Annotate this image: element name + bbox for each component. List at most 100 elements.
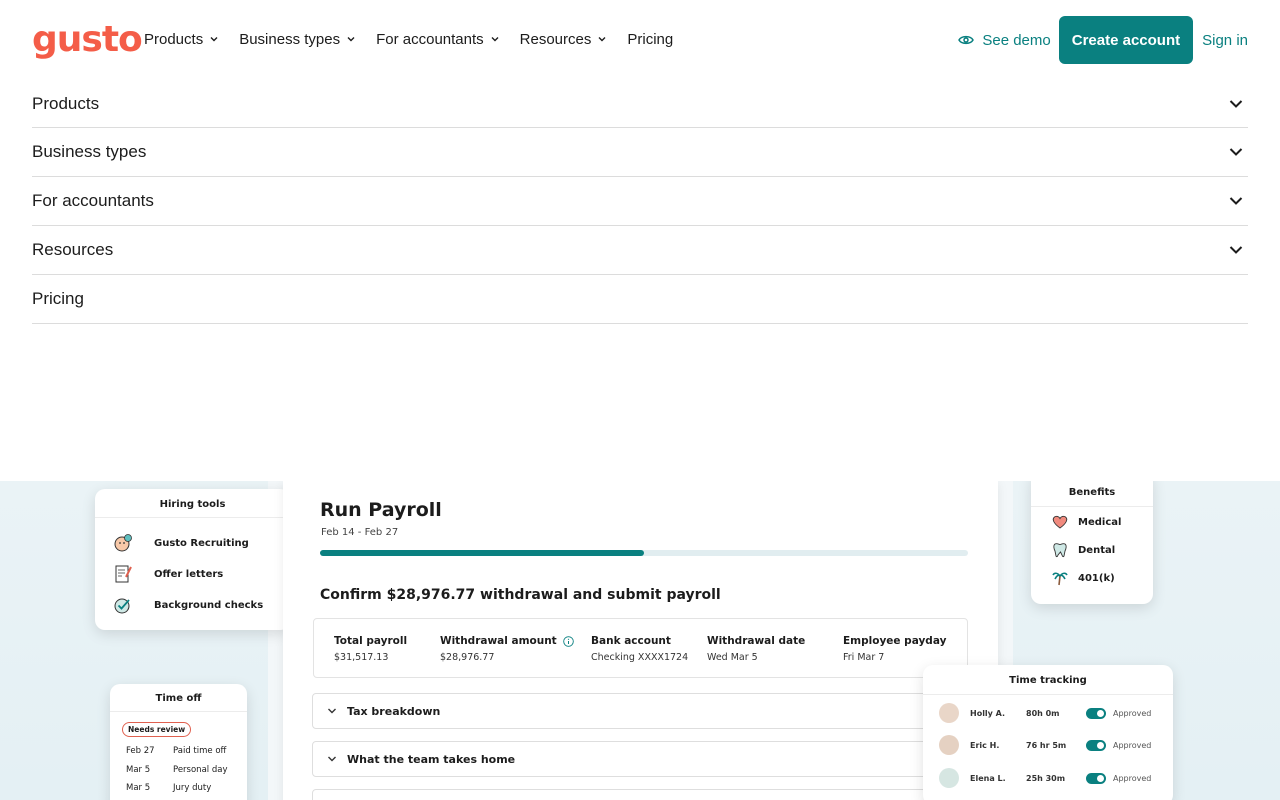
- benefit-item: 401(k): [1051, 569, 1115, 587]
- approval-status: Approved: [1113, 708, 1152, 718]
- employee-hours: 80h 0m: [1026, 708, 1060, 718]
- time-tracking-row: Holly A. 80h 0m Approved: [939, 702, 1161, 724]
- summary-value: $31,517.13: [334, 652, 389, 663]
- avatar: [939, 735, 959, 755]
- nav-resources[interactable]: Resources: [520, 28, 608, 50]
- accordion-partial[interactable]: [312, 789, 972, 800]
- benefit-item: Medical: [1051, 513, 1121, 531]
- time-off-type: Jury duty: [173, 783, 212, 793]
- nav-resources-label: Resources: [519, 30, 592, 48]
- hiring-item-label: Gusto Recruiting: [154, 537, 249, 549]
- chevron-down-icon: [328, 708, 336, 714]
- see-demo-label: See demo: [982, 31, 1051, 49]
- menu-item-label: Resources: [32, 240, 114, 259]
- benefit-label: Medical: [1078, 516, 1122, 528]
- employee-name: Elena L.: [970, 773, 1006, 783]
- nav-for-accountants[interactable]: For accountants: [376, 28, 500, 50]
- chevron-down-icon: [347, 37, 355, 42]
- team-takes-home-accordion[interactable]: What the team takes home: [312, 741, 972, 777]
- payroll-progress-bar: [320, 550, 968, 556]
- menu-item-label: Products: [32, 93, 100, 113]
- time-off-row: Feb 27 Paid time off: [126, 746, 226, 756]
- nav-products[interactable]: Products: [144, 28, 219, 50]
- tax-breakdown-accordion[interactable]: Tax breakdown: [312, 693, 972, 729]
- summary-label: Withdrawal date: [707, 635, 806, 647]
- payroll-summary: Total payroll $31,517.13 Withdrawal amou…: [313, 618, 968, 678]
- summary-label: Total payroll: [334, 635, 408, 647]
- chevron-down-icon: [1229, 99, 1243, 108]
- time-off-card: Time off Needs review Feb 27 Paid time o…: [110, 684, 247, 800]
- employee-name: Holly A.: [970, 708, 1006, 718]
- employee-name: Eric H.: [970, 740, 1000, 750]
- time-off-date: Feb 27: [126, 746, 155, 756]
- menu-item-resources[interactable]: Resources: [32, 226, 1248, 275]
- needs-review-badge: Needs review: [122, 722, 192, 737]
- time-off-type: Personal day: [173, 765, 228, 775]
- chevron-down-icon: [491, 37, 499, 42]
- time-off-row: Mar 5 Personal day: [126, 765, 227, 775]
- header-actions: See demo Create account Sign in: [958, 16, 1248, 64]
- accordion-label: What the team takes home: [347, 752, 516, 766]
- heart-icon: [1052, 515, 1068, 529]
- nav-pricing[interactable]: Pricing: [627, 28, 673, 50]
- eye-icon: [958, 35, 975, 45]
- payroll-progress-fill: [320, 550, 644, 556]
- nav-for-accountants-label: For accountants: [376, 30, 484, 48]
- chevron-down-icon: [598, 37, 606, 42]
- time-tracking-card: Time tracking Holly A. 80h 0m Approved E…: [923, 665, 1173, 800]
- time-tracking-row: Elena L. 25h 30m Approved: [939, 767, 1161, 789]
- create-account-button[interactable]: Create account: [1058, 16, 1194, 64]
- time-off-type: Paid time off: [173, 746, 227, 756]
- hiring-item: Offer letters: [113, 564, 223, 584]
- sign-in-link[interactable]: Sign in: [1202, 32, 1248, 49]
- hiring-item-label: Offer letters: [154, 568, 224, 580]
- approval-toggle[interactable]: [1086, 772, 1106, 784]
- summary-value: Wed Mar 5: [707, 652, 758, 663]
- menu-item-label: Business types: [32, 142, 147, 161]
- gusto-logo[interactable]: gusto: [32, 20, 143, 60]
- pay-period: Feb 14 - Feb 27: [321, 527, 399, 538]
- approval-status: Approved: [1113, 740, 1152, 750]
- nav-pricing-label: Pricing: [627, 30, 674, 48]
- benefits-card: Benefits Medical Dental 401(k): [1031, 481, 1153, 604]
- see-demo-link[interactable]: See demo: [958, 31, 1051, 49]
- summary-withdrawal: Withdrawal amount $28,976.77: [440, 635, 574, 663]
- nav-business-types[interactable]: Business types: [239, 28, 356, 50]
- run-payroll-card: Run Payroll Feb 14 - Feb 27 Confirm $28,…: [283, 481, 998, 800]
- info-icon[interactable]: [562, 635, 574, 647]
- menu-item-label: For accountants: [32, 191, 154, 210]
- main-nav: Products Business types For accountants …: [144, 28, 693, 50]
- summary-label: Bank account: [591, 635, 671, 647]
- approval-toggle[interactable]: [1086, 739, 1106, 751]
- chevron-down-icon: [210, 37, 218, 42]
- summary-withdrawal-date: Withdrawal date Wed Mar 5: [707, 635, 805, 663]
- benefit-label: Dental: [1078, 544, 1116, 556]
- hiring-item-label: Background checks: [154, 599, 264, 611]
- confirm-heading: Confirm $28,976.77 withdrawal and submit…: [320, 587, 721, 603]
- summary-total: Total payroll $31,517.13: [334, 635, 407, 663]
- time-tracking-row: Eric H. 76 hr 5m Approved: [939, 734, 1161, 756]
- menu-item-for-accountants[interactable]: For accountants: [32, 177, 1248, 226]
- site-header: gusto Products Business types For accoun…: [0, 0, 1280, 80]
- time-tracking-title: Time tracking: [923, 665, 1173, 695]
- offer-letter-icon: [115, 565, 132, 583]
- benefits-title: Benefits: [1031, 481, 1153, 507]
- product-preview: Hiring tools Gusto Recruiting Offer lett…: [0, 481, 1280, 800]
- recruiting-face-icon: [114, 534, 132, 552]
- hiring-tools-card: Hiring tools Gusto Recruiting Offer lett…: [95, 489, 290, 630]
- accordion-label: Tax breakdown: [347, 704, 441, 718]
- mobile-menu: Products Business types For accountants …: [32, 80, 1248, 324]
- nav-products-label: Products: [144, 30, 204, 48]
- summary-label-text: Withdrawal amount: [440, 635, 557, 647]
- summary-payday: Employee payday Fri Mar 7: [843, 635, 946, 663]
- menu-item-pricing[interactable]: Pricing: [32, 275, 1248, 324]
- time-off-date: Mar 5: [126, 783, 151, 793]
- time-off-title: Time off: [110, 684, 247, 712]
- time-off-date: Mar 5: [126, 765, 151, 775]
- hiring-item: Background checks: [113, 595, 263, 615]
- approval-toggle[interactable]: [1086, 707, 1106, 719]
- check-circle-icon: [114, 598, 130, 614]
- summary-bank: Bank account Checking XXXX1724: [591, 635, 688, 663]
- menu-item-business-types[interactable]: Business types: [32, 128, 1248, 177]
- menu-item-products[interactable]: Products: [32, 80, 1248, 128]
